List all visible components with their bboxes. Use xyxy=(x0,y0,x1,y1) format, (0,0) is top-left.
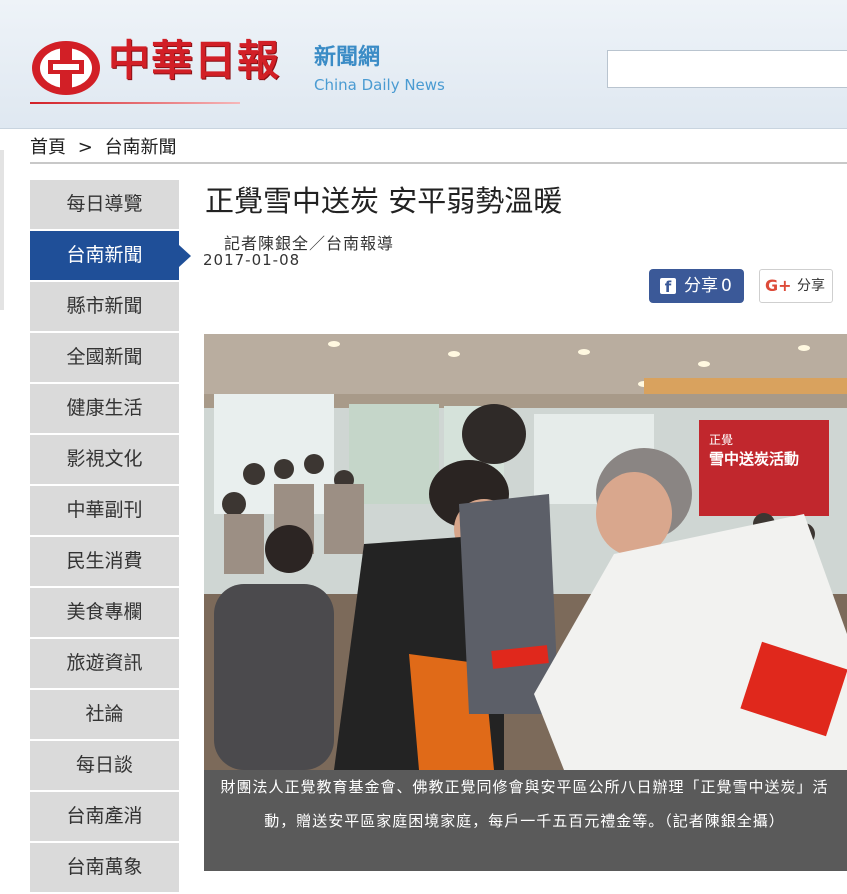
sidebar-item-editorial[interactable]: 社論 xyxy=(30,690,179,739)
sidebar-item-health[interactable]: 健康生活 xyxy=(30,384,179,433)
sidebar-item-daily-guide[interactable]: 每日導覽 xyxy=(30,180,179,229)
logo-subtitle: 新聞網 xyxy=(314,45,381,70)
logo-subtitle-en: China Daily News xyxy=(314,76,445,94)
sidebar-item-travel[interactable]: 旅遊資訊 xyxy=(30,639,179,688)
page-edge xyxy=(0,150,4,310)
breadcrumb-current[interactable]: 台南新聞 xyxy=(105,137,177,158)
sidebar-item-tainan-products[interactable]: 台南產消 xyxy=(30,792,179,841)
breadcrumb-separator: > xyxy=(77,137,93,158)
sidebar-item-food[interactable]: 美食專欄 xyxy=(30,588,179,637)
facebook-share-count: 0 xyxy=(721,276,732,296)
article-date: 2017-01-08 xyxy=(203,251,301,269)
search-input[interactable] xyxy=(607,50,847,88)
banner-line-1: 正覺 xyxy=(709,433,733,447)
site-header: 中華日報 新聞網 China Daily News xyxy=(0,0,847,129)
google-plus-share-button[interactable]: G+ 分享 xyxy=(759,269,833,303)
sidebar-item-tainan-news[interactable]: 台南新聞 xyxy=(30,231,191,280)
article-photo-illustration: 正覺 雪中送炭活動 xyxy=(204,334,847,770)
sidebar-item-daily-talk[interactable]: 每日談 xyxy=(30,741,179,790)
sidebar-nav: 每日導覽 台南新聞 縣市新聞 全國新聞 健康生活 影視文化 中華副刊 民生消費 … xyxy=(30,180,191,894)
sidebar-item-city-news[interactable]: 縣市新聞 xyxy=(30,282,179,331)
sidebar-item-entertainment[interactable]: 影視文化 xyxy=(30,435,179,484)
facebook-icon: f xyxy=(660,278,676,296)
article-title: 正覺雪中送炭 安平弱勢溫暖 xyxy=(205,184,563,218)
facebook-share-button[interactable]: f 分享 0 xyxy=(649,269,744,303)
logo-text[interactable]: 中華日報 xyxy=(108,40,280,82)
sidebar-item-tainan-scenes[interactable]: 台南萬象 xyxy=(30,843,179,892)
sidebar-item-supplement[interactable]: 中華副刊 xyxy=(30,486,179,535)
facebook-share-label: 分享 xyxy=(684,276,718,296)
logo-underline xyxy=(30,102,240,104)
logo-icon[interactable] xyxy=(30,38,102,98)
photo-caption: 財團法人正覺教育基金會、佛教正覺同修會與安平區公所八日辦理「正覺雪中送炭」活動，… xyxy=(204,770,847,871)
breadcrumb: 首頁 > 台南新聞 xyxy=(30,134,847,164)
sidebar-item-national-news[interactable]: 全國新聞 xyxy=(30,333,179,382)
banner-line-2: 雪中送炭活動 xyxy=(709,450,799,468)
google-plus-icon: G+ xyxy=(765,276,792,295)
breadcrumb-home[interactable]: 首頁 xyxy=(30,137,66,158)
sidebar-item-consumer[interactable]: 民生消費 xyxy=(30,537,179,586)
google-plus-share-label: 分享 xyxy=(797,278,825,294)
article-photo: 正覺 雪中送炭活動 xyxy=(204,334,847,770)
